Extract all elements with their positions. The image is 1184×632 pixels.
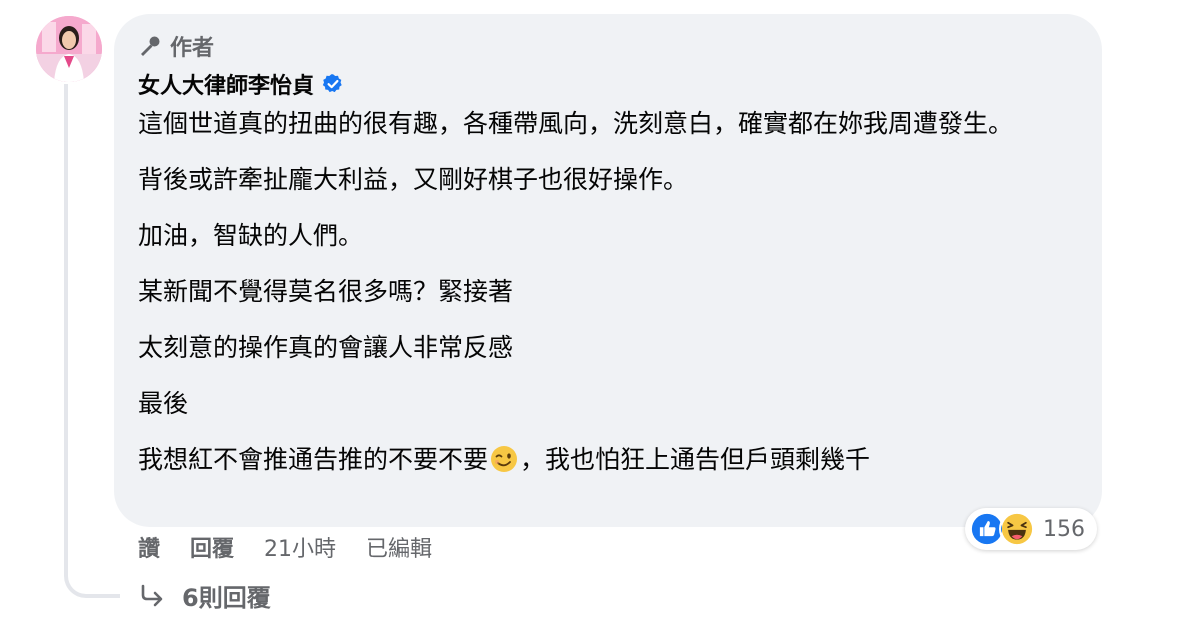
microphone-icon [141, 36, 160, 56]
comment-action-bar: 讚 回覆 21小時 已編輯 [138, 530, 432, 564]
thread-connector-line [64, 84, 120, 598]
avatar[interactable] [36, 16, 102, 82]
avatar-image [36, 16, 102, 82]
author-name-row: 女人大律師李怡貞 [138, 68, 344, 100]
comment-paragraph: 加油，智缺的人們。 [138, 221, 364, 250]
author-name[interactable]: 女人大律師李怡貞 [138, 68, 314, 100]
haha-reaction-icon [999, 511, 1035, 547]
verified-badge-icon [322, 74, 342, 93]
comment-paragraph: 某新聞不覺得莫名很多嗎？緊接著 [138, 277, 514, 306]
reply-button[interactable]: 回覆 [190, 531, 234, 563]
edited-label[interactable]: 已編輯 [366, 531, 432, 563]
like-button[interactable]: 讚 [138, 531, 160, 563]
winking-face-emoji-icon [491, 446, 518, 472]
comment-paragraph-last: 我想紅不會推通告推的不要不要 ，我也怕狂上通告但戶頭剩幾千 [138, 440, 1088, 480]
comment-body: 這個世道真的扭曲的很有趣，各種帶風向，洗刻意白，確實都在妳我周遭發生。 背後或許… [138, 104, 1088, 496]
comment-paragraph: 太刻意的操作真的會讓人非常反感 [138, 333, 514, 362]
reactions-summary[interactable]: 156 [965, 508, 1097, 550]
view-replies-label: 6則回覆 [182, 584, 271, 612]
reply-arrow-icon [141, 584, 163, 606]
view-replies-link[interactable]: 6則回覆 [138, 578, 271, 613]
comment-paragraph: 最後 [138, 389, 189, 418]
comment-paragraph: 這個世道真的扭曲的很有趣，各種帶風向，洗刻意白，確實都在妳我周遭發生。 [138, 109, 1014, 138]
comment-text-segment: 我想紅不會推通告推的不要不要 [138, 445, 489, 474]
author-badge: 作者 [138, 30, 214, 62]
comment-text-segment: ，我也怕狂上通告但戶頭剩幾千 [520, 445, 871, 474]
comment-thread: 作者 女人大律師李怡貞 這個世道真的扭曲的很有趣，各種帶風向，洗刻意白，確實都在… [0, 0, 1184, 632]
reaction-count: 156 [1043, 516, 1085, 542]
comment-paragraph: 背後或許牽扯龐大利益，又剛好棋子也很好操作。 [138, 165, 689, 194]
author-badge-label: 作者 [170, 36, 215, 61]
comment-timestamp[interactable]: 21小時 [264, 531, 336, 563]
